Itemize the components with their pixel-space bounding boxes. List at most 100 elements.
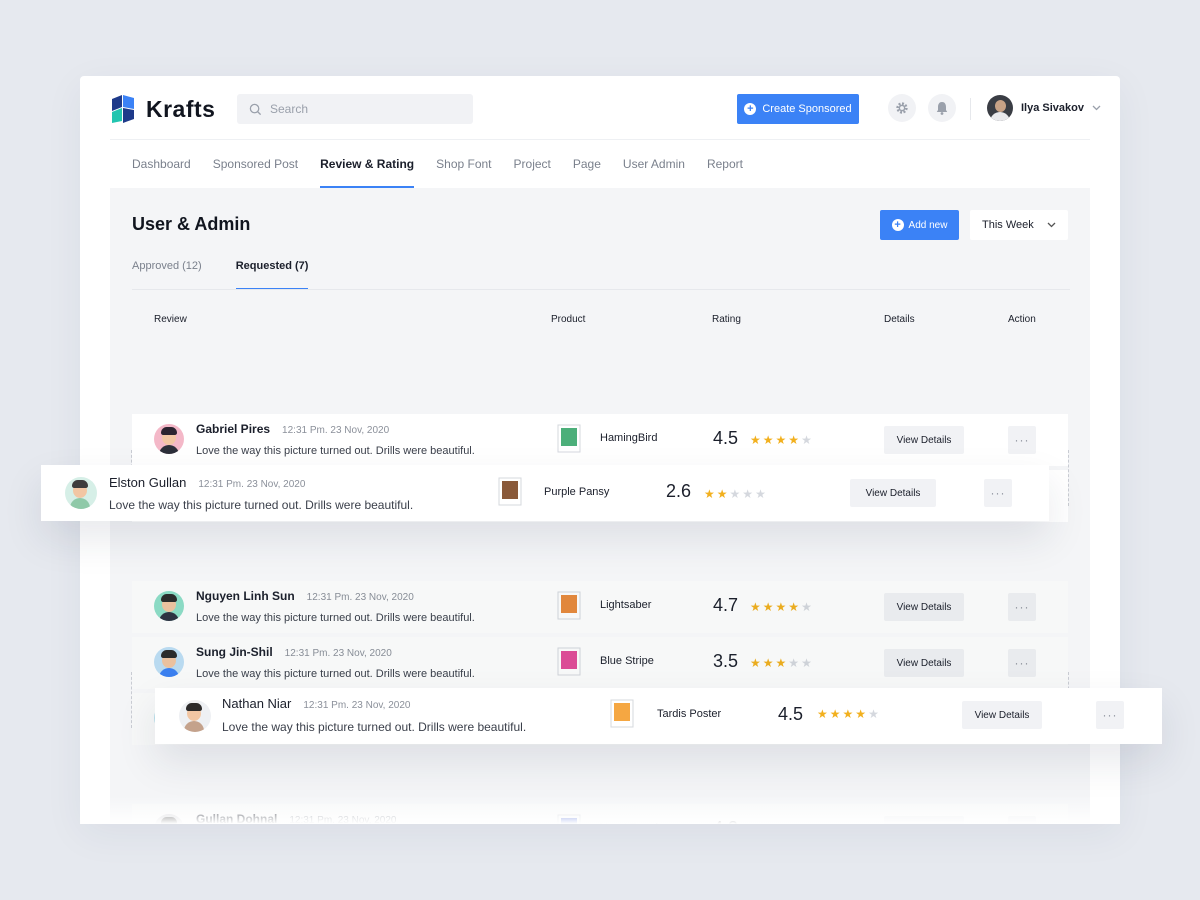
reviewer-name-text: Gabriel Pires	[196, 422, 271, 436]
product-frame-icon	[610, 699, 634, 728]
star-filled-icon: ★	[762, 656, 776, 670]
product-name[interactable]: HamingBird	[600, 432, 657, 444]
star-filled-icon: ★	[704, 487, 717, 501]
nav-user-admin[interactable]: User Admin	[623, 140, 685, 188]
rating-stars: ★★★★★	[817, 707, 881, 721]
nav-project[interactable]: Project	[514, 140, 551, 188]
star-filled-icon: ★	[750, 656, 763, 670]
nav-page[interactable]: Page	[573, 140, 601, 188]
review-comment: Love the way this picture turned out. Dr…	[196, 668, 475, 680]
view-details-button[interactable]: View Details	[884, 593, 964, 621]
nav-dashboard[interactable]: Dashboard	[132, 140, 191, 188]
star-filled-icon: ★	[775, 433, 789, 447]
review-timestamp: 12:31 Pm. 23 Nov, 2020	[303, 700, 411, 711]
star-empty-icon: ★	[788, 656, 802, 670]
tab-requested[interactable]: Requested (7)	[235, 258, 308, 290]
more-actions-button[interactable]: ···	[1008, 593, 1036, 621]
product-frame-icon	[557, 647, 581, 676]
reviewer-name: Elston Gullan 12:31 Pm. 23 Nov, 2020	[109, 475, 305, 490]
reviewer-name: Gullan Dohnal 12:31 Pm. 23 Nov, 2020	[196, 812, 396, 824]
rating-value: 4.5	[713, 428, 739, 448]
notifications-button[interactable]	[928, 94, 956, 122]
table-row[interactable]: Gabriel Pires 12:31 Pm. 23 Nov, 2020 Love …	[132, 414, 1068, 466]
review-timestamp: 12:31 Pm. 23 Nov, 2020	[289, 815, 397, 824]
rating-stars: ★★★★★	[750, 433, 814, 447]
review-timestamp: 12:31 Pm. 23 Nov, 2020	[198, 479, 306, 490]
star-filled-icon: ★	[788, 433, 802, 447]
product-name[interactable]: Blue Stripe	[600, 655, 654, 667]
chevron-down-icon	[1092, 105, 1101, 111]
user-menu[interactable]: Ilya Sivakov	[987, 95, 1101, 121]
more-actions-button[interactable]: ···	[1008, 426, 1036, 454]
star-filled-icon: ★	[817, 707, 830, 721]
product-name[interactable]: Lightsaber	[600, 599, 651, 611]
add-new-button[interactable]: + Add new	[880, 210, 959, 240]
reviewer-name-text: Gullan Dohnal	[196, 812, 278, 824]
add-new-label: Add new	[908, 219, 948, 231]
product-name[interactable]: Tardis Poster	[657, 708, 721, 720]
more-actions-button[interactable]: ···	[1008, 649, 1036, 677]
star-empty-icon: ★	[729, 487, 743, 501]
reviewer-name-text: Sung Jin-Shil	[196, 645, 273, 659]
star-empty-icon: ★	[868, 707, 881, 721]
avatar-hair	[161, 817, 177, 824]
column-header-rating: Rating	[712, 314, 741, 325]
rating-value: 3.5	[713, 651, 739, 671]
rating-value: 2.6	[666, 481, 692, 501]
more-actions-button[interactable]: ···	[1096, 701, 1124, 729]
more-actions-button[interactable]: ···	[984, 479, 1012, 507]
nav-sponsored-post[interactable]: Sponsored Post	[213, 140, 298, 188]
product-name[interactable]: Heart Drawing	[600, 822, 670, 824]
avatar	[154, 647, 184, 677]
avatar-body	[159, 612, 179, 621]
view-details-button[interactable]: View Details	[884, 816, 964, 824]
avatar-body	[184, 721, 204, 732]
star-filled-icon: ★	[763, 823, 776, 824]
avatar	[154, 591, 184, 621]
more-actions-button[interactable]: ···	[1008, 816, 1036, 824]
plus-icon: +	[891, 219, 904, 231]
bell-icon	[936, 102, 948, 115]
review-tabs: Approved (12) Requested (7)	[132, 258, 308, 290]
product-frame-icon	[557, 814, 581, 824]
nav-report[interactable]: Report	[707, 140, 743, 188]
column-header-details: Details	[884, 314, 915, 325]
star-empty-icon: ★	[801, 433, 814, 447]
header-divider	[970, 98, 971, 120]
reviewer-name: Sung Jin-Shil 12:31 Pm. 23 Nov, 2020	[196, 645, 392, 659]
view-details-button[interactable]: View Details	[850, 479, 936, 507]
avatar	[154, 814, 184, 824]
view-details-button[interactable]: View Details	[884, 426, 964, 454]
tab-approved[interactable]: Approved (12)	[132, 258, 202, 290]
reviewer-name: Nathan Niar 12:31 Pm. 23 Nov, 2020	[222, 696, 410, 711]
reviewer-name-text: Nguyen Linh Sun	[196, 589, 295, 603]
review-comment: Love the way this picture turned out. Dr…	[196, 445, 475, 457]
dragged-review-row[interactable]: Nathan Niar 12:31 Pm. 23 Nov, 2020 Love th…	[155, 688, 1162, 744]
review-comment: Love the way this picture turned out. Dr…	[109, 498, 414, 512]
period-select[interactable]: This Week	[970, 210, 1068, 240]
search-input[interactable]	[270, 102, 450, 116]
star-empty-icon: ★	[801, 600, 814, 614]
brand-logo[interactable]: Krafts	[110, 93, 215, 125]
table-row[interactable]: Sung Jin-Shil 12:31 Pm. 23 Nov, 2020 Love …	[132, 637, 1068, 689]
avatar	[179, 700, 211, 732]
column-header-product: Product	[551, 314, 586, 325]
tabs-divider	[132, 289, 1070, 290]
star-filled-icon: ★	[775, 656, 789, 670]
nav-shop-font[interactable]: Shop Font	[436, 140, 491, 188]
view-details-button[interactable]: View Details	[884, 649, 964, 677]
view-details-button[interactable]: View Details	[962, 701, 1042, 729]
star-filled-icon: ★	[829, 707, 843, 721]
table-row[interactable]: Nguyen Linh Sun 12:31 Pm. 23 Nov, 2020 Lov…	[132, 581, 1068, 633]
nav-review-rating[interactable]: Review & Rating	[320, 140, 415, 188]
gear-icon	[896, 102, 908, 114]
create-sponsored-button[interactable]: + Create Sponsored	[737, 94, 859, 124]
settings-button[interactable]	[888, 94, 916, 122]
table-row[interactable]: Gullan Dohnal12:31 Pm. 23 Nov, 2020Love …	[132, 804, 1068, 824]
product-name[interactable]: Purple Pansy	[544, 486, 609, 498]
dragged-review-row[interactable]: Elston Gullan 12:31 Pm. 23 Nov, 2020 Love …	[41, 465, 1049, 521]
review-timestamp: 12:31 Pm. 23 Nov, 2020	[306, 592, 414, 603]
search-box[interactable]	[237, 94, 473, 124]
rating-value: 4.3	[713, 818, 738, 824]
avatar-body	[159, 445, 179, 454]
